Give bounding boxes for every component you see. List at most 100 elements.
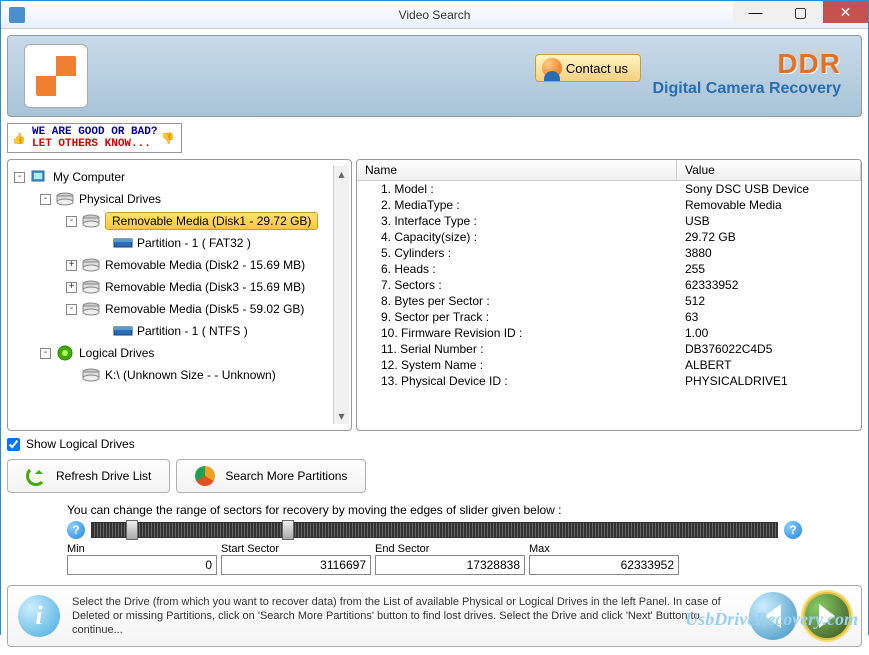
tree-toggle[interactable]: - <box>66 216 77 227</box>
refresh-icon <box>26 466 46 486</box>
column-header-value[interactable]: Value <box>677 160 861 180</box>
drive-icon <box>81 367 101 383</box>
detail-row: 4. Capacity(size) :29.72 GB <box>357 229 861 245</box>
tree-node-physical[interactable]: Physical Drives <box>79 192 161 206</box>
min-sector-label: Min <box>67 543 217 555</box>
tree-toggle[interactable]: - <box>40 348 51 359</box>
header-banner: Contact us DDR Digital Camera Recovery <box>7 35 862 117</box>
tree-node-disk[interactable]: Removable Media (Disk3 - 15.69 MB) <box>105 280 305 294</box>
window-title: Video Search <box>399 8 471 22</box>
detail-value: 1.00 <box>677 326 861 340</box>
window: Video Search — ▢ ✕ Contact us DDR Digita… <box>0 0 869 635</box>
detail-row: 1. Model :Sony DSC USB Device <box>357 181 861 197</box>
pie-icon <box>195 466 215 486</box>
tree-row[interactable]: Partition - 1 ( NTFS ) <box>14 320 333 342</box>
tree-scrollbar[interactable]: ▴ ▾ <box>333 166 349 424</box>
tree-node-logical[interactable]: Logical Drives <box>79 346 154 360</box>
tree-row[interactable]: + Removable Media (Disk2 - 15.69 MB) <box>14 254 333 276</box>
maximize-button[interactable]: ▢ <box>778 1 823 23</box>
feedback-line1: WE ARE GOOD OR BAD? <box>32 126 157 138</box>
detail-row: 13. Physical Device ID :PHYSICALDRIVE1 <box>357 373 861 389</box>
detail-row: 12. System Name :ALBERT <box>357 357 861 373</box>
slider-handle-start[interactable] <box>126 520 138 540</box>
drive-icon <box>29 169 49 185</box>
detail-value: ALBERT <box>677 358 861 372</box>
brand-logo-text: DDR <box>652 48 841 80</box>
tree-row[interactable]: - Physical Drives <box>14 188 333 210</box>
help-icon-right[interactable]: ? <box>784 521 802 539</box>
detail-row: 7. Sectors :62333952 <box>357 277 861 293</box>
thumbs-down-icon: 👎 <box>161 132 177 144</box>
tree-node-logical-drive[interactable]: K:\ (Unknown Size - - Unknown) <box>105 368 276 382</box>
watermark-text: UsbDriveRecovery.com <box>685 609 858 630</box>
minimize-button[interactable]: — <box>733 1 778 23</box>
show-logical-checkbox[interactable] <box>7 438 20 451</box>
column-header-name[interactable]: Name <box>357 160 677 180</box>
slider-handle-end[interactable] <box>282 520 294 540</box>
detail-value: Sony DSC USB Device <box>677 182 861 196</box>
max-sector-input[interactable] <box>529 555 679 575</box>
drive-icon <box>55 191 75 207</box>
detail-value: USB <box>677 214 861 228</box>
detail-name: 13. Physical Device ID : <box>357 374 677 388</box>
tree-node-disk[interactable]: Removable Media (Disk1 - 29.72 GB) <box>105 212 318 230</box>
show-logical-label: Show Logical Drives <box>26 437 135 451</box>
detail-row: 8. Bytes per Sector :512 <box>357 293 861 309</box>
tree-node-disk[interactable]: Removable Media (Disk5 - 59.02 GB) <box>105 302 304 316</box>
help-icon-left[interactable]: ? <box>67 521 85 539</box>
tree-toggle[interactable]: - <box>66 304 77 315</box>
titlebar[interactable]: Video Search — ▢ ✕ <box>1 1 868 29</box>
tree-row[interactable]: Partition - 1 ( FAT32 ) <box>14 232 333 254</box>
close-button[interactable]: ✕ <box>823 1 868 23</box>
refresh-drive-list-button[interactable]: Refresh Drive List <box>7 459 170 493</box>
detail-value: 62333952 <box>677 278 861 292</box>
detail-value: 255 <box>677 262 861 276</box>
tree-row[interactable]: - Removable Media (Disk5 - 59.02 GB) <box>14 298 333 320</box>
min-sector-input[interactable] <box>67 555 217 575</box>
detail-row: 6. Heads :255 <box>357 261 861 277</box>
footer-help-text: Select the Drive (from which you want to… <box>72 595 737 638</box>
detail-name: 6. Heads : <box>357 262 677 276</box>
detail-value: 29.72 GB <box>677 230 861 244</box>
tree-toggle[interactable]: - <box>14 172 25 183</box>
tree-node-partition[interactable]: Partition - 1 ( NTFS ) <box>137 324 248 338</box>
feedback-line2: LET OTHERS KNOW... <box>32 138 151 150</box>
person-icon <box>542 58 562 78</box>
scroll-down-icon[interactable]: ▾ <box>334 408 350 424</box>
tree-row[interactable]: - Removable Media (Disk1 - 29.72 GB) <box>14 210 333 232</box>
search-more-partitions-button[interactable]: Search More Partitions <box>176 459 366 493</box>
contact-us-button[interactable]: Contact us <box>535 54 641 82</box>
detail-name: 11. Serial Number : <box>357 342 677 356</box>
detail-row: 5. Cylinders :3880 <box>357 245 861 261</box>
detail-row: 3. Interface Type :USB <box>357 213 861 229</box>
start-sector-input[interactable] <box>221 555 371 575</box>
tree-row[interactable]: - My Computer <box>14 166 333 188</box>
detail-name: 8. Bytes per Sector : <box>357 294 677 308</box>
detail-name: 2. MediaType : <box>357 198 677 212</box>
start-sector-label: Start Sector <box>221 543 371 555</box>
drive-icon <box>81 301 101 317</box>
tree-toggle[interactable]: + <box>66 260 77 271</box>
detail-value: Removable Media <box>677 198 861 212</box>
detail-value: 3880 <box>677 246 861 260</box>
tree-toggle[interactable]: - <box>40 194 51 205</box>
detail-name: 4. Capacity(size) : <box>357 230 677 244</box>
tree-node-disk[interactable]: Removable Media (Disk2 - 15.69 MB) <box>105 258 305 272</box>
scroll-up-icon[interactable]: ▴ <box>334 166 350 182</box>
tree-node-computer[interactable]: My Computer <box>53 170 125 184</box>
feedback-banner[interactable]: 👍 WE ARE GOOD OR BAD? LET OTHERS KNOW...… <box>7 123 182 153</box>
tree-row[interactable]: + Removable Media (Disk3 - 15.69 MB) <box>14 276 333 298</box>
sector-range-slider[interactable] <box>91 522 778 538</box>
tree-node-partition[interactable]: Partition - 1 ( FAT32 ) <box>137 236 251 250</box>
detail-row: 2. MediaType :Removable Media <box>357 197 861 213</box>
tree-toggle[interactable]: + <box>66 282 77 293</box>
end-sector-input[interactable] <box>375 555 525 575</box>
drive-icon <box>113 235 133 251</box>
tree-row[interactable]: K:\ (Unknown Size - - Unknown) <box>14 364 333 386</box>
detail-panel: Name Value 1. Model :Sony DSC USB Device… <box>356 159 862 431</box>
drive-icon <box>113 323 133 339</box>
slider-caption: You can change the range of sectors for … <box>67 503 562 517</box>
thumbs-up-icon: 👍 <box>12 132 28 144</box>
tree-row[interactable]: - Logical Drives <box>14 342 333 364</box>
end-sector-label: End Sector <box>375 543 525 555</box>
